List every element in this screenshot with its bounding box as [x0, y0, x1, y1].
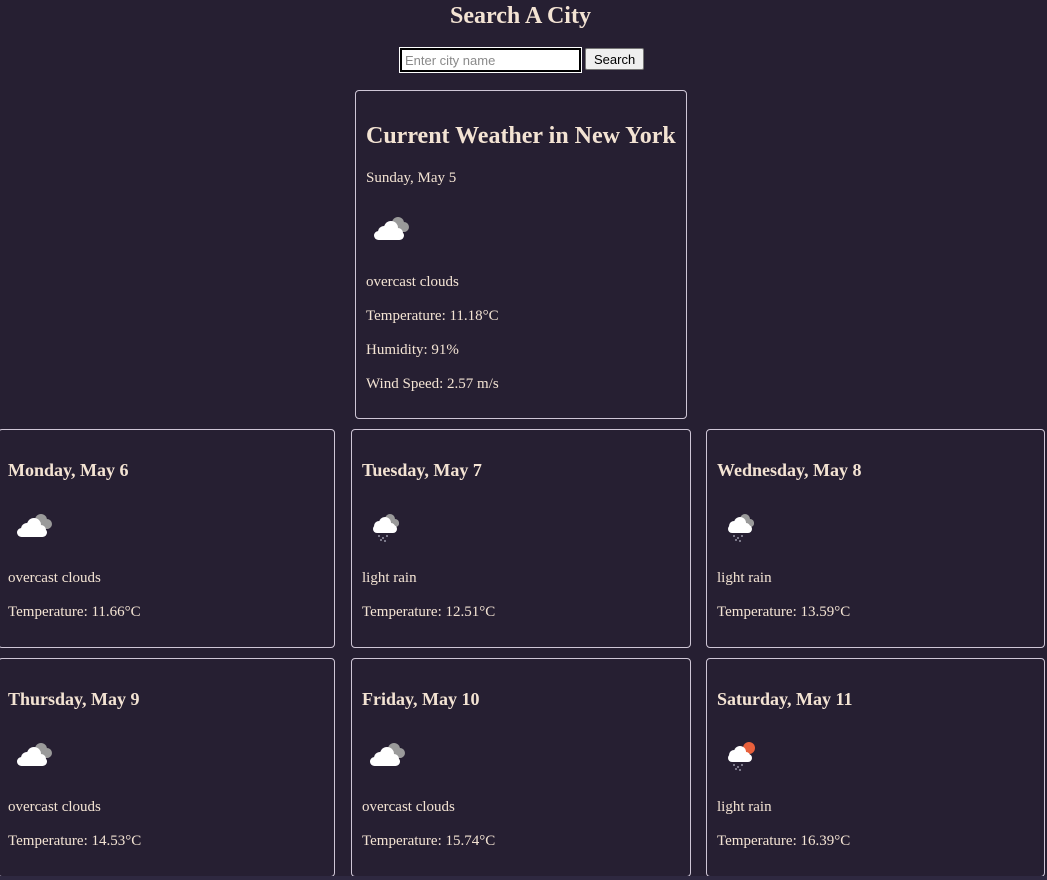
- overcast-clouds-icon: [370, 210, 414, 246]
- light-rain-icon: [366, 507, 410, 543]
- forecast-description: light rain: [717, 570, 772, 586]
- overcast-clouds-icon: [366, 736, 410, 772]
- forecast-card: Monday, May 6 overcast clouds Temperatur…: [0, 429, 335, 648]
- city-search-input[interactable]: [399, 47, 582, 73]
- forecast-temperature: Temperature: 12.51°C: [362, 604, 496, 620]
- search-button[interactable]: Search: [585, 48, 645, 70]
- forecast-temperature: Temperature: 15.74°C: [362, 833, 496, 849]
- forecast-date: Thursday, May 9: [8, 689, 140, 709]
- current-weather-card: Current Weather in New York Sunday, May …: [355, 90, 687, 419]
- forecast-temperature: Temperature: 13.59°C: [717, 604, 851, 620]
- forecast-temperature: Temperature: 16.39°C: [717, 833, 851, 849]
- forecast-date: Monday, May 6: [8, 460, 129, 480]
- forecast-temperature: Temperature: 11.66°C: [8, 604, 141, 620]
- forecast-description: overcast clouds: [362, 799, 455, 815]
- forecast-description: overcast clouds: [8, 570, 101, 586]
- forecast-date: Saturday, May 11: [717, 689, 853, 709]
- forecast-description: light rain: [717, 799, 772, 815]
- forecast-card: Wednesday, May 8 light rain Temperature:…: [706, 429, 1045, 648]
- forecast-description: overcast clouds: [8, 799, 101, 815]
- forecast-card: Saturday, May 11 light rain Temperature:…: [706, 658, 1045, 877]
- overcast-clouds-icon: [13, 736, 57, 772]
- search-bar: Search: [399, 47, 645, 73]
- current-humidity: Humidity: 91%: [366, 342, 459, 358]
- current-wind-speed: Wind Speed: 2.57 m/s: [366, 376, 499, 392]
- light-rain-icon: [721, 507, 765, 543]
- current-description: overcast clouds: [366, 274, 459, 290]
- forecast-card: Thursday, May 9 overcast clouds Temperat…: [0, 658, 335, 877]
- forecast-temperature: Temperature: 14.53°C: [8, 833, 142, 849]
- forecast-description: light rain: [362, 570, 417, 586]
- forecast-card: Friday, May 10 overcast clouds Temperatu…: [351, 658, 691, 877]
- page-title: Search A City: [450, 3, 591, 29]
- current-weather-title: Current Weather in New York: [366, 123, 676, 149]
- forecast-date: Wednesday, May 8: [717, 460, 862, 480]
- overcast-clouds-icon: [13, 507, 57, 543]
- forecast-card: Tuesday, May 7 light rain Temperature: 1…: [351, 429, 691, 648]
- current-temperature: Temperature: 11.18°C: [366, 308, 499, 324]
- current-date: Sunday, May 5: [366, 170, 457, 186]
- forecast-date: Tuesday, May 7: [362, 460, 482, 480]
- forecast-date: Friday, May 10: [362, 689, 480, 709]
- page-bottom-edge: [0, 876, 1047, 880]
- light-rain-sun-icon: [721, 736, 765, 772]
